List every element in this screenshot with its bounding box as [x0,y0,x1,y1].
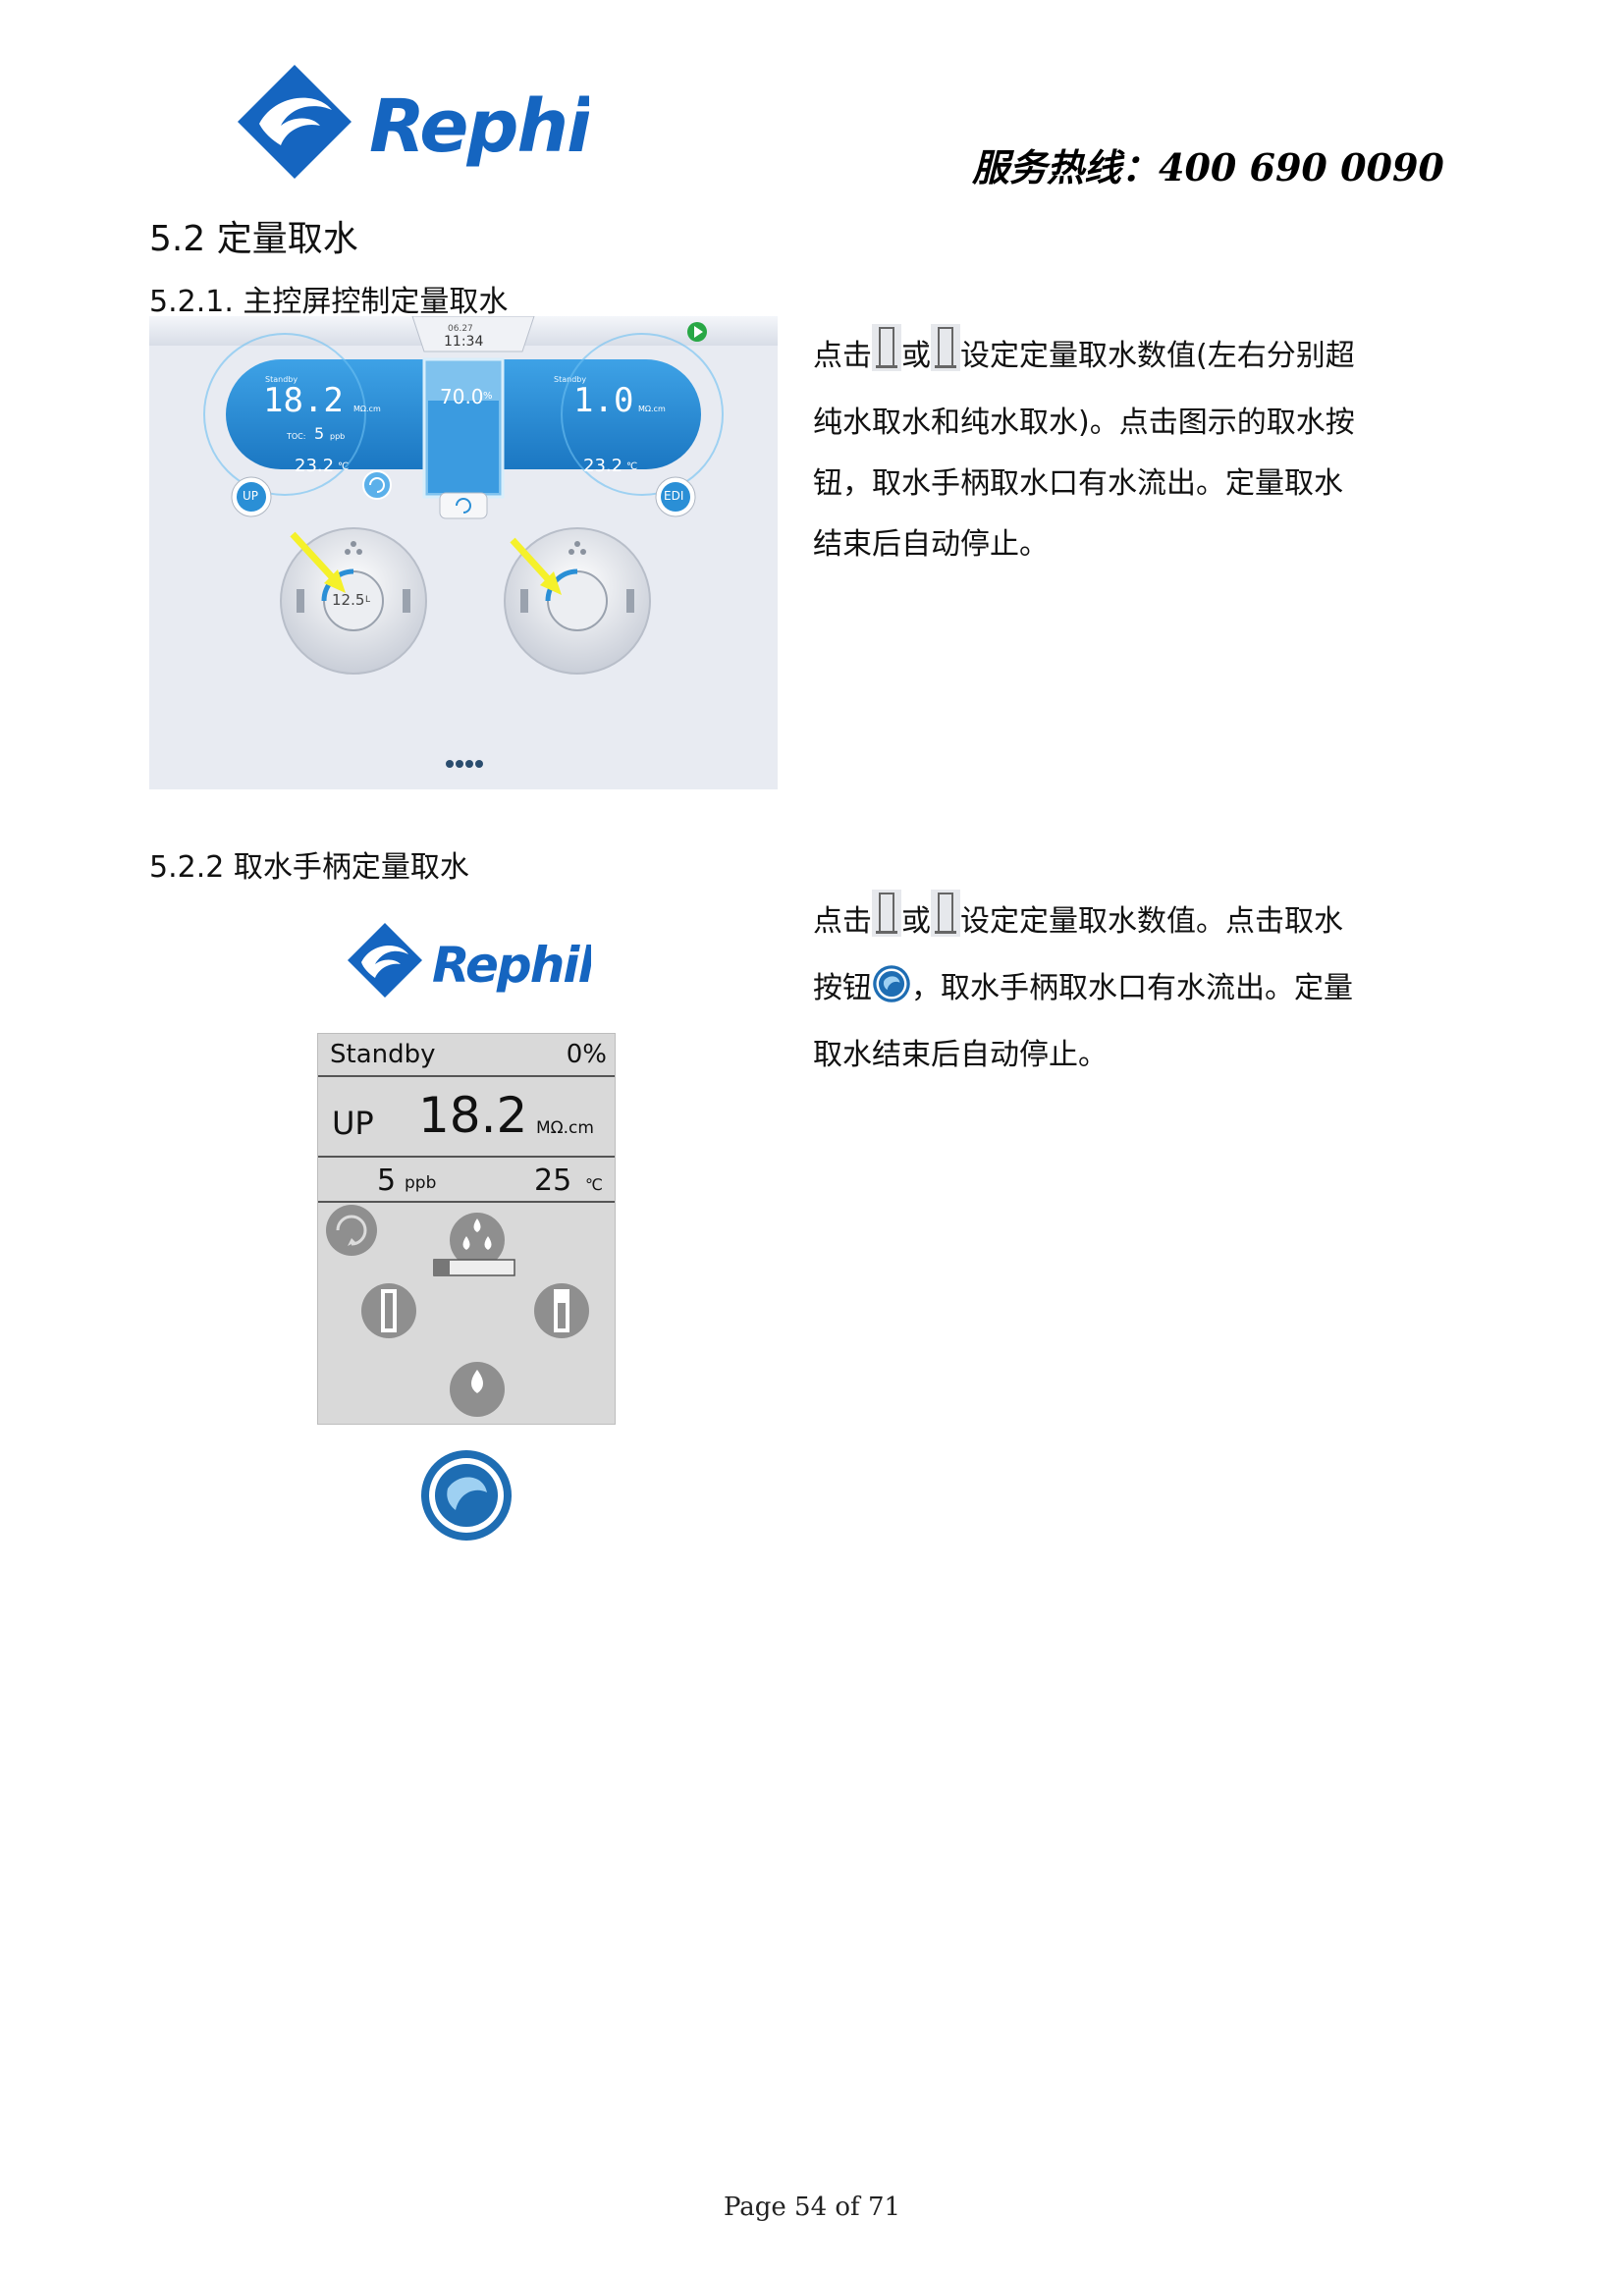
lcd-percent: 0% [566,1040,607,1069]
lcd-unit: MΩ.cm [536,1118,594,1138]
toc-label: TOC: [287,432,306,441]
dispense-button-icon [872,964,911,1025]
right-cylinder-icon [534,1283,589,1338]
rephile-logo-small: Rephile [346,921,626,1003]
cylinder-icon [872,890,901,958]
single-drop-icon [450,1362,505,1417]
toc-unit: ppb [330,432,346,441]
section-title: 5.2 定量取水 [149,219,358,259]
lcd-temp-unit: ℃ [585,1175,603,1194]
refresh-icon [362,470,392,500]
left-temp-unit: ℃ [338,461,350,472]
page-number: Page 54 of 71 [723,2193,901,2222]
logo-wordmark: Rephile [432,937,591,994]
screen-time: 11:34 [444,334,484,350]
edi-label[interactable]: EDI [664,489,683,503]
toc-value: 5 [314,424,325,443]
handle-lcd-screen: Standby 0% UP 18.2 MΩ.cm 5 ppb 25 ℃ [317,1033,616,1425]
lcd-toc-row: 5 ppb 25 ℃ [318,1160,615,1203]
dispense-button[interactable] [418,1447,514,1543]
right-resistivity: 1.0 [573,381,634,420]
lcd-resistivity: 18.2 [418,1087,528,1144]
subsection-title-2: 5.2.2 取水手柄定量取水 [149,850,469,885]
right-dispense-dial [504,527,651,675]
right-temp-unit: ℃ [626,461,638,472]
right-temp: 23.2 [583,456,623,476]
volume-bar [433,1259,515,1276]
left-unit: MΩ.cm [353,405,381,413]
sync-button [439,492,488,519]
refresh-icon [326,1205,377,1256]
lcd-mode: UP [332,1105,374,1142]
tank-unit: % [483,391,493,402]
lcd-status-row: Standby 0% [318,1034,615,1077]
service-hotline: 服务热线：400 690 0090 [972,145,1444,190]
right-unit: MΩ.cm [638,405,666,413]
cylinder-icon [931,324,960,393]
lcd-temp-value: 25 [534,1164,572,1198]
main-control-screen: 06.27 11:34 Standby 18.2 MΩ.cm TOC: 5 pp… [149,316,778,789]
instruction-text-2: 点击或设定定量取水数值。点击取水按钮 ，取水手柄取水口有水流出。定量取水结束后自动… [813,890,1363,1086]
subsection-title-1: 5.2.1. 主控屏控制定量取水 [149,285,509,319]
lcd-value-row: UP 18.2 MΩ.cm [318,1077,615,1158]
lcd-status: Standby [330,1040,436,1069]
screen-date: 06.27 [448,324,473,334]
lcd-toc-value: 5 [377,1164,397,1198]
logo-diamond-icon [238,65,352,179]
cylinder-icon [872,324,901,393]
logo-diamond-icon [348,923,422,998]
tank-level: 70.0 [440,385,484,408]
cylinder-icon [931,890,960,958]
logo-wordmark: Rephile [369,84,589,169]
left-temp: 23.2 [295,456,335,476]
instruction-text-1: 点击或设定定量取水数值(左右分别超纯水取水和纯水取水)。点击图示的取水按钮，取水… [813,324,1363,575]
rephile-logo: Rephile [236,61,662,183]
page-indicator-dots [446,760,483,768]
left-dial-volume[interactable]: 12.5 [332,591,364,609]
left-resistivity: 18.2 [263,381,344,420]
left-dial-unit: L [365,595,371,605]
lcd-toc-unit: ppb [405,1173,437,1193]
play-icon [687,322,707,342]
up-label[interactable]: UP [243,489,258,503]
left-cylinder-icon [361,1283,416,1338]
